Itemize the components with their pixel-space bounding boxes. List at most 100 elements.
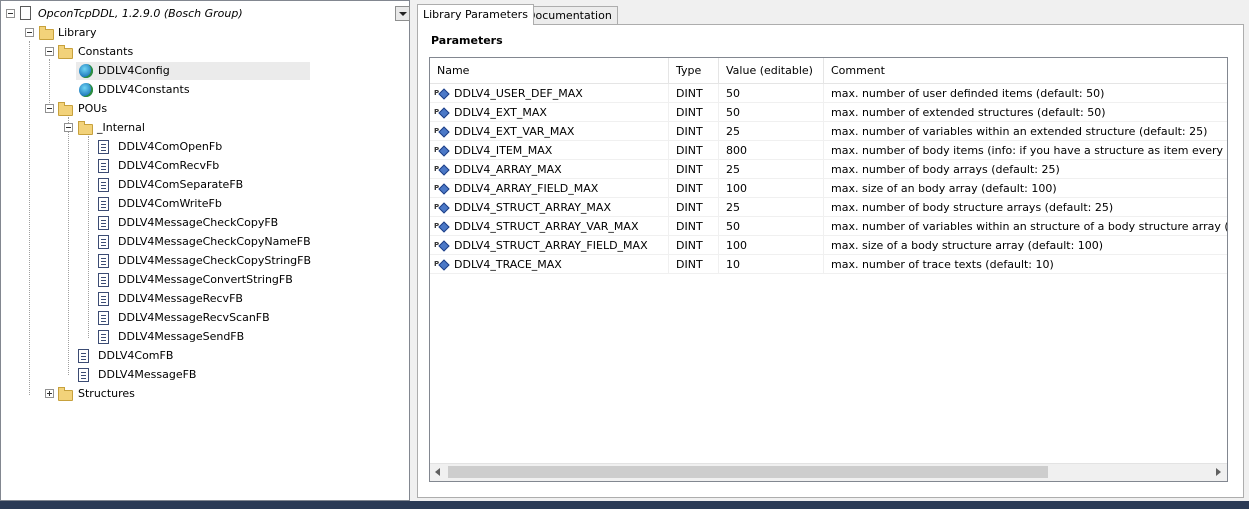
parameter-row[interactable]: P DDLV4_ARRAY_FIELD_MAX DINT 100 max. size o… [430,179,1227,198]
globe-icon [79,64,93,78]
parameter-value-cell[interactable]: 10 [719,255,824,274]
parameter-name: DDLV4_EXT_VAR_MAX [454,125,575,138]
tree-node-ddlv4constants[interactable]: DDLV4Constants [76,81,310,99]
tab-documentation[interactable]: Documentation [521,6,618,24]
parameter-value-cell[interactable]: 800 [719,141,824,160]
tree-node-constants[interactable]: Constants [1,43,409,61]
parameter-type-cell: DINT [669,141,719,160]
folder-icon [58,387,73,401]
parameter-value-cell[interactable]: 100 [719,179,824,198]
collapse-library-toggle[interactable] [25,28,34,37]
folder-icon [58,45,73,59]
tree-node-label: _Internal [97,121,145,134]
tree-node-pous[interactable]: POUs [1,100,409,118]
tree-node-label: DDLV4MessageConvertStringFB [118,273,293,286]
parameter-row[interactable]: P DDLV4_STRUCT_ARRAY_VAR_MAX DINT 50 max. nu… [430,217,1227,236]
function-block-icon [98,311,109,325]
tree-node-label: DDLV4MessageFB [98,368,197,381]
collapse-pous-toggle[interactable] [45,104,54,113]
library-parameters-panel: Parameters Name Type Value (editable) Co… [417,24,1244,498]
expand-structures-toggle[interactable] [45,389,54,398]
parameter-comment-cell: max. number of variables within an exten… [831,125,1208,138]
tree-node-pou[interactable]: DDLV4ComRecvFb [96,157,396,175]
parameter-icon: P [434,201,450,214]
parameter-row[interactable]: P DDLV4_STRUCT_ARRAY_FIELD_MAX DINT 100 max.… [430,236,1227,255]
parameter-value-cell[interactable]: 25 [719,198,824,217]
parameter-row[interactable]: P DDLV4_STRUCT_ARRAY_MAX DINT 25 max. number… [430,198,1227,217]
parameter-value-cell[interactable]: 50 [719,103,824,122]
library-tree-pane[interactable]: OpconTcpDDL, 1.2.9.0 (Bosch Group) Libra… [0,0,410,501]
tree-node-pou[interactable]: DDLV4MessageRecvFB [96,290,396,308]
parameter-name-cell: P DDLV4_TRACE_MAX [430,255,669,274]
function-block-icon [98,197,109,211]
tree-node-pou[interactable]: DDLV4ComSeparateFB [96,176,396,194]
scroll-right-icon[interactable] [1216,468,1221,476]
parameter-icon: P [434,125,450,138]
tree-node-pou[interactable]: DDLV4MessageCheckCopyNameFB [96,233,396,251]
tree-node-label: DDLV4ComFB [98,349,174,362]
tree-node-label: DDLV4ComSeparateFB [118,178,244,191]
parameter-row[interactable]: P DDLV4_ITEM_MAX DINT 800 max. number of bod… [430,141,1227,160]
parameter-name-cell: P DDLV4_STRUCT_ARRAY_MAX [430,198,669,217]
tree-node-label: Structures [78,387,135,400]
folder-icon [78,121,93,135]
tree-node-pou[interactable]: DDLV4MessageFB [76,366,376,384]
tree-node-pou[interactable]: DDLV4MessageRecvScanFB [96,309,396,327]
tree-node-library[interactable]: Library [1,24,409,42]
parameter-row[interactable]: P DDLV4_USER_DEF_MAX DINT 50 max. number of … [430,84,1227,103]
parameter-type-cell: DINT [669,103,719,122]
horizontal-scrollbar[interactable] [430,463,1227,481]
parameter-value-cell[interactable]: 50 [719,217,824,236]
tree-node-label: POUs [78,102,108,115]
parameter-icon: P [434,106,450,119]
parameter-comment-cell: max. number of trace texts (default: 10) [831,258,1054,271]
column-header-comment[interactable]: Comment [824,58,1227,83]
tree-node-label: DDLV4MessageRecvFB [118,292,243,305]
parameter-row[interactable]: P DDLV4_ARRAY_MAX DINT 25 max. number of bod… [430,160,1227,179]
parameter-comment-cell: max. size of a body structure array (def… [831,239,1104,252]
tree-node-pou[interactable]: DDLV4MessageConvertStringFB [96,271,396,289]
tree-node-pou[interactable]: DDLV4ComOpenFb [96,138,396,156]
folder-icon [39,26,54,40]
parameter-name-cell: P DDLV4_ARRAY_FIELD_MAX [430,179,669,198]
column-header-type[interactable]: Type [669,58,719,83]
parameter-name: DDLV4_ARRAY_FIELD_MAX [454,182,599,195]
tree-node-pou[interactable]: DDLV4MessageCheckCopyStringFB [96,252,396,270]
tree-node-pou[interactable]: DDLV4MessageSendFB [96,328,396,346]
scrollbar-thumb[interactable] [448,466,1048,478]
tree-node-pou[interactable]: DDLV4ComFB [76,347,376,365]
parameter-type-cell: DINT [669,198,719,217]
parameter-row[interactable]: P DDLV4_EXT_MAX DINT 50 max. number of exten… [430,103,1227,122]
tree-guide-line [68,117,69,375]
library-dropdown-button[interactable] [395,6,410,21]
parameter-name-cell: P DDLV4_STRUCT_ARRAY_FIELD_MAX [430,236,669,255]
collapse-internal-toggle[interactable] [64,123,73,132]
function-block-icon [98,140,109,154]
parameter-row[interactable]: P DDLV4_TRACE_MAX DINT 10 max. number of tra… [430,255,1227,274]
column-header-value[interactable]: Value (editable) [719,58,824,83]
parameter-value-cell[interactable]: 100 [719,236,824,255]
parameter-type-cell: DINT [669,179,719,198]
scroll-left-icon[interactable] [435,468,440,476]
parameter-value-cell[interactable]: 50 [719,84,824,103]
library-selector[interactable]: OpconTcpDDL, 1.2.9.0 (Bosch Group) [1,4,411,24]
tree-node-label: DDLV4MessageCheckCopyNameFB [118,235,311,248]
tree-node-pou[interactable]: DDLV4ComWriteFb [96,195,396,213]
tree-node-pou[interactable]: DDLV4MessageCheckCopyFB [96,214,396,232]
collapse-root-toggle[interactable] [6,9,15,18]
parameter-name: DDLV4_TRACE_MAX [454,258,562,271]
function-block-icon [98,330,109,344]
parameter-name: DDLV4_STRUCT_ARRAY_VAR_MAX [454,220,639,233]
parameter-comment-cell: max. number of user definded items (defa… [831,87,1105,100]
tree-node-ddlv4config[interactable]: DDLV4Config [76,62,310,80]
tree-node-structures[interactable]: Structures [1,385,409,403]
parameter-value-cell[interactable]: 25 [719,122,824,141]
parameter-row[interactable]: P DDLV4_EXT_VAR_MAX DINT 25 max. number of v… [430,122,1227,141]
column-header-name[interactable]: Name [430,58,669,83]
parameter-comment-cell: max. number of extended structures (defa… [831,106,1106,119]
collapse-constants-toggle[interactable] [45,47,54,56]
tree-node-internal[interactable]: _Internal [1,119,409,137]
parameters-grid[interactable]: Name Type Value (editable) Comment P DDLV… [429,57,1228,482]
parameter-value-cell[interactable]: 25 [719,160,824,179]
tab-library-parameters[interactable]: Library Parameters [417,4,534,25]
